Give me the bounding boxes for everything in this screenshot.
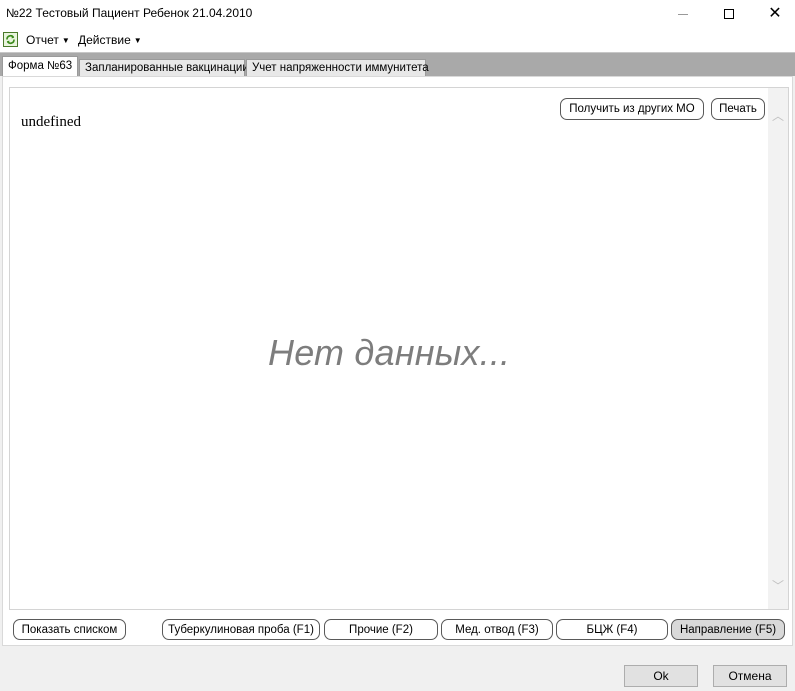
- tab-strip: Форма №63 Запланированные вакцинации Уче…: [0, 52, 795, 77]
- medical-exemption-button[interactable]: Мед. отвод (F3): [441, 619, 553, 640]
- maximize-button[interactable]: [706, 0, 752, 28]
- tab-form-63[interactable]: Форма №63: [2, 56, 78, 77]
- close-button[interactable]: ✕: [752, 0, 795, 28]
- tuberculin-test-button[interactable]: Туберкулиновая проба (F1): [162, 619, 320, 640]
- print-button[interactable]: Печать: [711, 98, 765, 120]
- window-title: №22 Тестовый Пациент Ребенок 21.04.2010: [6, 6, 253, 20]
- minimize-icon: [678, 13, 688, 15]
- vaccination-panel: undefined Нет данных... Получить из друг…: [9, 87, 789, 610]
- ok-button[interactable]: Ok: [624, 665, 698, 687]
- get-from-other-mo-button[interactable]: Получить из других МО: [560, 98, 704, 120]
- menu-action-label: Действие: [78, 33, 131, 47]
- menu-report-label: Отчет: [26, 33, 59, 47]
- other-button[interactable]: Прочие (F2): [324, 619, 438, 640]
- show-as-list-button[interactable]: Показать списком: [13, 619, 126, 640]
- cancel-button[interactable]: Отмена: [713, 665, 787, 687]
- bcg-button[interactable]: БЦЖ (F4): [556, 619, 668, 640]
- empty-state-message: Нет данных...: [268, 332, 511, 373]
- close-icon: ✕: [768, 5, 782, 22]
- maximize-icon: [724, 9, 734, 19]
- menu-action[interactable]: Действие ▼: [78, 33, 142, 47]
- referral-button[interactable]: Направление (F5): [671, 619, 785, 640]
- caret-down-icon: ▼: [133, 36, 142, 45]
- chevron-down-icon[interactable]: ﹀: [768, 578, 788, 595]
- tab-immunity-tension[interactable]: Учет напряженности иммунитета: [246, 59, 429, 77]
- patient-vaccination-window: №22 Тестовый Пациент Ребенок 21.04.2010 …: [0, 0, 795, 691]
- panel-header-text: undefined: [21, 114, 81, 130]
- tab-content: undefined Нет данных... Получить из друг…: [2, 76, 793, 646]
- caret-down-icon: ▼: [61, 36, 70, 45]
- refresh-document-icon[interactable]: [3, 32, 18, 47]
- menu-bar: Отчет ▼ Действие ▼: [0, 28, 795, 52]
- minimize-button[interactable]: [660, 0, 706, 28]
- tab-planned-vaccinations[interactable]: Запланированные вакцинации: [79, 59, 249, 77]
- chevron-up-icon[interactable]: ︿: [768, 108, 788, 125]
- title-bar: №22 Тестовый Пациент Ребенок 21.04.2010 …: [0, 0, 795, 28]
- vertical-scrollbar[interactable]: ︿ ﹀: [768, 88, 788, 609]
- menu-report[interactable]: Отчет ▼: [26, 33, 70, 47]
